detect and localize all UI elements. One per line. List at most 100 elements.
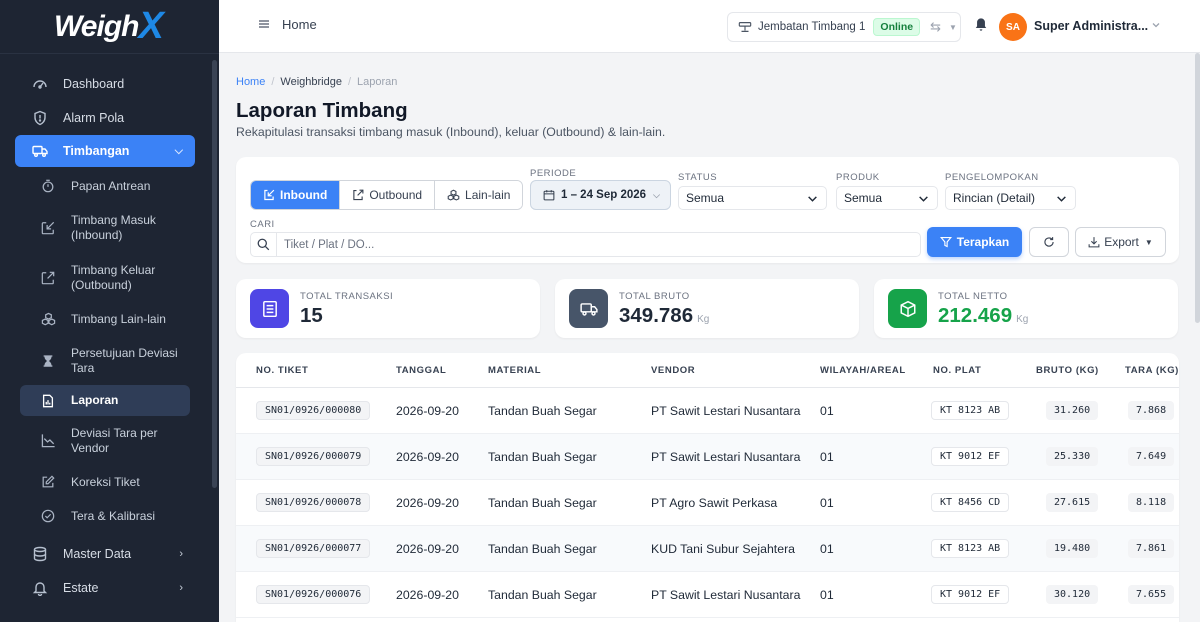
direction-tabs: Inbound Outbound Lain-lain [250,180,524,210]
status-select[interactable]: Semua [678,186,827,210]
box-arrow-out-icon [352,189,364,201]
stat-value: 15 [300,304,323,328]
area-cell: 01 [820,588,834,602]
sidebar-item-label: Dashboard [63,76,125,91]
stat-icon-box [888,289,927,328]
stat-label: TOTAL TRANSAKSI [300,291,394,302]
user-name[interactable]: Super Administra... [1034,19,1148,33]
sidebar-item-dashboard[interactable]: Dashboard [15,67,195,100]
receipt-icon [261,300,279,318]
table-row[interactable]: SN01/0926/000080 2026-09-20 Tandan Buah … [236,388,1179,434]
status-badge: Online [873,18,921,36]
tara-cell: 7.649 [1128,447,1175,466]
sidebar-subitem-label: Tera & Kalibrasi [71,508,156,523]
pencil-square-icon [40,474,56,490]
column-header-wilayah[interactable]: WILAYAH/AREAL [820,365,906,376]
speedometer-icon [31,75,49,93]
material-cell: Tandan Buah Segar [488,542,597,556]
grouping-select[interactable]: Rincian (Detail) [945,186,1076,210]
plate-number: KT 8123 AB [931,539,1010,558]
topbar: Home Jembatan Timbang 1 Online ⇆ ▼ SA Su… [219,0,1200,53]
page-scrollbar[interactable] [1195,53,1200,323]
station-name: Jembatan Timbang 1 [758,21,866,33]
chevron-down-icon[interactable] [1151,18,1161,33]
date-cell: 2026-09-20 [396,588,459,602]
search-input[interactable] [277,238,877,251]
breadcrumb: Home / Weighbridge / Laporan [236,76,397,88]
export-label: Export [1104,235,1139,249]
stat-card-total-transaksi: TOTAL TRANSAKSI 15 [236,279,540,338]
apply-button[interactable]: Terapkan [927,227,1022,257]
sidebar-subitem-persetujuan-deviasi[interactable]: Persetujuan Deviasi Tara [20,336,190,385]
sidebar-scrollbar[interactable] [212,60,217,488]
notification-bell-icon[interactable] [974,17,988,35]
stat-label: TOTAL BRUTO [619,291,690,302]
refresh-button[interactable] [1029,227,1069,257]
tab-inbound[interactable]: Inbound [251,181,341,209]
stat-label: TOTAL NETTO [938,291,1008,302]
vendor-cell: PT Sawit Lestari Nusantara [651,588,801,602]
sidebar-subitem-deviasi-tara-vendor[interactable]: Deviasi Tara per Vendor [20,416,190,465]
product-value: Semua [844,191,883,205]
menu-toggle-icon[interactable] [257,17,271,31]
area-cell: 01 [820,404,834,418]
bruto-cell: 30.120 [1046,585,1099,604]
truck-icon [31,142,49,160]
period-picker[interactable]: 1 – 24 Sep 2026 ⌵ [530,180,671,210]
tab-outbound[interactable]: Outbound [340,181,436,209]
export-button[interactable]: Export ▼ [1075,227,1166,257]
sidebar-item-timbangan[interactable]: Timbangan ⌵ [15,135,195,167]
product-select[interactable]: Semua [836,186,938,210]
table-row[interactable]: SN01/0926/000076 2026-09-20 Tandan Buah … [236,572,1179,618]
sidebar-subitem-papan-antrean[interactable]: Papan Antrean [20,169,190,203]
status-value: Semua [686,191,725,205]
stat-card-total-bruto: TOTAL BRUTO 349.786 Kg [555,279,859,338]
breadcrumb-home[interactable]: Home [236,76,265,88]
page-title: Laporan Timbang [236,99,408,122]
sidebar-subitem-koreksi-tiket[interactable]: Koreksi Tiket [20,465,190,499]
sidebar-subitem-timbang-masuk[interactable]: Timbang Masuk (Inbound) [20,203,190,253]
sidebar-item-alarm-pola[interactable]: Alarm Pola [15,101,195,134]
breadcrumb-current: Laporan [357,76,398,88]
table-row[interactable]: SN01/0926/000077 2026-09-20 Tandan Buah … [236,526,1179,572]
tara-cell: 7.868 [1128,401,1175,420]
tab-lain-lain[interactable]: Lain-lain [435,181,523,209]
table-row[interactable]: SN01/0926/000079 2026-09-20 Tandan Buah … [236,434,1179,480]
app-logo[interactable]: Weigh X [0,0,219,54]
stat-number: 15 [300,304,323,327]
sidebar-subitem-timbang-keluar[interactable]: Timbang Keluar (Outbound) [20,253,190,302]
search-box [250,232,921,257]
stat-value: 212.469 Kg [938,304,1028,328]
column-header-no-plat[interactable]: NO. PLAT [933,365,981,376]
box-arrow-in-icon [40,220,56,236]
sidebar-item-master-data[interactable]: Master Data › [15,537,195,570]
column-header-vendor[interactable]: VENDOR [651,365,695,376]
search-icon [251,233,277,256]
area-cell: 01 [820,542,834,556]
sidebar-item-label: Master Data [63,546,132,561]
sidebar-subitem-tera-kalibrasi[interactable]: Tera & Kalibrasi [20,499,190,533]
sidebar-item-label: Timbangan [63,144,130,158]
search-label: CARI [250,219,275,230]
table-row[interactable]: SN01/0926/000078 2026-09-20 Tandan Buah … [236,480,1179,526]
sidebar-item-estate[interactable]: Estate › [15,571,195,604]
topbar-home-link[interactable]: Home [282,17,317,32]
column-header-bruto[interactable]: BRUTO (KG) [1036,365,1099,376]
breadcrumb-weighbridge[interactable]: Weighbridge [280,76,342,88]
column-header-material[interactable]: MATERIAL [488,365,541,376]
column-header-tanggal[interactable]: TANGGAL [396,365,446,376]
avatar[interactable]: SA [999,13,1027,41]
ticket-number: SN01/0926/000080 [256,401,371,420]
column-header-no-tiket[interactable]: NO. TIKET [256,365,308,376]
download-icon [1088,236,1100,248]
date-cell: 2026-09-20 [396,404,459,418]
logo-text: Weigh [54,9,139,43]
sidebar-subitem-laporan[interactable]: Laporan [20,385,190,416]
period-value: 1 – 24 Sep 2026 [561,189,647,201]
station-selector[interactable]: Jembatan Timbang 1 Online ⇆ ▼ [727,12,961,42]
plate-number: KT 9012 EF [931,447,1010,466]
column-header-tara[interactable]: TARA (KG) [1125,365,1179,376]
sidebar-subitem-timbang-lain[interactable]: Timbang Lain-lain [20,302,190,336]
stat-unit: Kg [1016,314,1029,325]
vendor-cell: KUD Tani Subur Sejahtera [651,542,796,556]
